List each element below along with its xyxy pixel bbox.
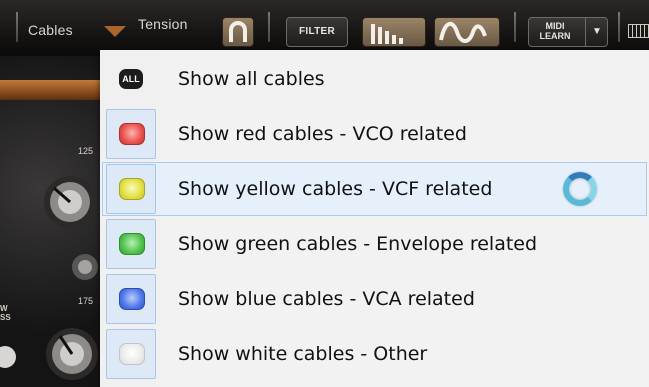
yellow-cable-swatch-icon <box>119 178 145 200</box>
menu-item-show-white-cables[interactable]: Show white cables - Other <box>102 327 647 381</box>
menu-item-show-yellow-cables[interactable]: Show yellow cables - VCF related <box>102 162 647 216</box>
cables-menu-label[interactable]: Cables <box>28 22 73 38</box>
toolbar-separator <box>268 12 270 42</box>
cables-dropdown-menu: ALL Show all cables Show red cables - VC… <box>100 50 649 387</box>
filter-button-label: FILTER <box>298 26 336 37</box>
menu-item-icon-box: ALL <box>106 54 156 104</box>
knob-value-label: 125 <box>78 146 94 156</box>
red-cable-swatch-icon <box>119 123 145 145</box>
menu-item-show-all-cables[interactable]: ALL Show all cables <box>102 52 647 106</box>
tension-knob-button[interactable] <box>222 17 254 47</box>
wave-view-button[interactable] <box>434 17 500 47</box>
green-cable-swatch-icon <box>119 233 145 255</box>
filter-button[interactable]: FILTER <box>286 17 348 47</box>
knob-icon[interactable] <box>42 324 102 384</box>
wood-trim <box>0 80 100 100</box>
menu-item-label: Show white cables - Other <box>178 343 428 365</box>
white-cable-swatch-icon <box>119 343 145 365</box>
menu-item-show-red-cables[interactable]: Show red cables - VCO related <box>102 107 647 161</box>
menu-item-show-blue-cables[interactable]: Show blue cables - VCA related <box>102 272 647 326</box>
midi-learn-dropdown-arrow[interactable]: ▼ <box>585 18 608 46</box>
side-label: SS <box>0 313 11 322</box>
midi-learn-button[interactable]: MIDI LEARN ▼ <box>528 17 608 47</box>
menu-item-icon-box <box>106 329 156 379</box>
panel-jack <box>0 346 16 368</box>
bars-view-button[interactable] <box>362 17 426 47</box>
blue-cable-swatch-icon <box>119 288 145 310</box>
keyboard-icon[interactable] <box>628 24 649 38</box>
all-cables-icon: ALL <box>119 69 143 89</box>
menu-item-show-green-cables[interactable]: Show green cables - Envelope related <box>102 217 647 271</box>
toolbar-separator <box>16 12 18 42</box>
menu-item-label: Show red cables - VCO related <box>178 123 467 145</box>
tension-icon <box>229 21 247 42</box>
toolbar: Cables Tension FILTER MIDI LEARN ▼ <box>0 0 649 57</box>
menu-item-label: Show blue cables - VCA related <box>178 288 475 310</box>
loading-spinner-icon <box>563 172 597 206</box>
toolbar-separator <box>514 12 516 42</box>
chevron-down-icon[interactable] <box>104 26 126 38</box>
menu-item-icon-box <box>106 219 156 269</box>
toolbar-separator <box>618 12 620 42</box>
knob-icon[interactable] <box>70 252 100 282</box>
synth-panel: 125 175 W SS <box>0 56 100 387</box>
menu-item-icon-box <box>106 109 156 159</box>
menu-item-icon-box <box>106 164 156 214</box>
tension-label: Tension <box>138 16 188 32</box>
waveform-icon <box>439 21 487 43</box>
menu-item-label: Show all cables <box>178 68 325 90</box>
midi-learn-label: MIDI LEARN <box>539 21 571 41</box>
menu-item-icon-box <box>106 274 156 324</box>
menu-item-label: Show yellow cables - VCF related <box>178 178 493 200</box>
knob-icon[interactable] <box>40 172 100 232</box>
bars-icon <box>371 24 403 44</box>
knob-value-label: 175 <box>78 296 94 306</box>
menu-item-label: Show green cables - Envelope related <box>178 233 538 255</box>
side-label: W <box>0 304 8 313</box>
